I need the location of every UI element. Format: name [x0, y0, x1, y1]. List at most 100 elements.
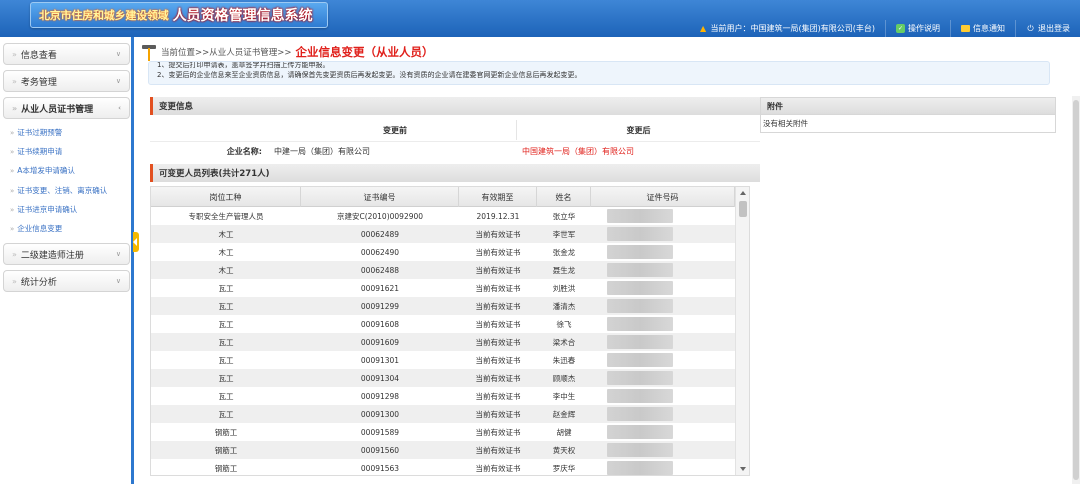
- col-cert[interactable]: 证书编号: [301, 187, 459, 207]
- col-job[interactable]: 岗位工种: [151, 187, 301, 207]
- help-link[interactable]: ✓ 操作说明: [885, 20, 950, 37]
- table-row[interactable]: 钢筋工 00091560 当前有效证书 黄天权: [151, 441, 735, 459]
- cell-valid: 当前有效证书: [475, 427, 521, 437]
- personnel-table-header: 岗位工种 证书编号 有效期至 姓名 证件号码: [151, 187, 735, 207]
- attachments-body: 没有相关附件: [760, 115, 1056, 133]
- cell-name: 李世军: [552, 229, 576, 239]
- logout-link[interactable]: ⏻ 退出登录: [1015, 20, 1080, 37]
- sidebar-group-exam[interactable]: » 考务管理 ∨: [3, 70, 130, 92]
- notify-link[interactable]: 信息通知: [950, 20, 1015, 37]
- cell-name: 黄天权: [552, 445, 576, 455]
- table-row[interactable]: 钢筋工 00091563 当前有效证书 罗庆华: [151, 459, 735, 475]
- page-scroll-thumb[interactable]: [1073, 100, 1079, 480]
- cell-id: [591, 315, 735, 333]
- cell-valid: 当前有效证书: [475, 463, 521, 473]
- table-row[interactable]: 木工 00062490 当前有效证书 张金龙: [151, 243, 735, 261]
- sidebar-item-label: 证书过期预警: [17, 128, 63, 137]
- company-after: 中国建筑一局（集团）有限公司: [522, 147, 634, 156]
- double-chevron-icon: »: [10, 186, 15, 195]
- breadcrumb: 当前位置>>从业人员证书管理>> 企业信息变更（从业人员）: [142, 42, 434, 62]
- before-label: 变更前: [383, 125, 407, 135]
- sidebar-item-cert-change[interactable]: » 证书变更、注销、离京确认: [10, 185, 107, 196]
- logo-subtitle: 北京市住房和城乡建设领域: [39, 9, 169, 22]
- page-scrollbar[interactable]: [1072, 96, 1080, 484]
- sidebar-group-constructor[interactable]: » 二级建造师注册 ∨: [3, 243, 130, 265]
- cell-job: 瓦工: [218, 355, 234, 365]
- redacted-id: [607, 461, 673, 475]
- cell-job: 瓦工: [218, 373, 234, 383]
- table-row[interactable]: 瓦工 00091299 当前有效证书 潘清杰: [151, 297, 735, 315]
- cell-id: [591, 225, 735, 243]
- company-label: 企业名称:: [226, 147, 262, 156]
- table-row[interactable]: 木工 00062488 当前有效证书 聂生龙: [151, 261, 735, 279]
- notice-line-1: 1、提交后打印申请表，盖章签字并扫描上传方能申报。: [157, 61, 330, 69]
- sidebar-group-label: 二级建造师注册: [20, 250, 84, 261]
- cell-name: 潘清杰: [552, 301, 576, 311]
- cell-valid: 当前有效证书: [475, 355, 521, 365]
- sidebar-item-company-change[interactable]: » 企业信息变更: [10, 223, 62, 234]
- table-row[interactable]: 瓦工 00091301 当前有效证书 朱迅春: [151, 351, 735, 369]
- cell-job: 木工: [218, 265, 234, 275]
- sidebar-item-cert-expiry[interactable]: » 证书过期预警: [10, 127, 62, 138]
- cell-cert: 00091563: [360, 463, 400, 473]
- sidebar-group-certificates[interactable]: » 从业人员证书管理 ‹: [3, 97, 130, 119]
- cell-id: [591, 405, 735, 423]
- table-scrollbar[interactable]: [735, 187, 749, 475]
- table-row[interactable]: 瓦工 00091300 当前有效证书 赵金辉: [151, 405, 735, 423]
- cell-job: 钢筋工: [214, 463, 238, 473]
- cell-job: 瓦工: [218, 319, 234, 329]
- sidebar-group-info[interactable]: » 信息查看 ∨: [3, 43, 130, 65]
- sidebar-item-cert-renewal[interactable]: » 证书续期申请: [10, 146, 62, 157]
- sidebar-item-cert-enter[interactable]: » 证书进京申请确认: [10, 204, 77, 215]
- logout-label: 退出登录: [1038, 24, 1070, 33]
- cell-name: 刘胜洪: [552, 283, 576, 293]
- cell-id: [591, 261, 735, 279]
- col-id[interactable]: 证件号码: [591, 187, 735, 207]
- scroll-down-icon[interactable]: [740, 467, 746, 471]
- double-chevron-icon: »: [10, 166, 15, 175]
- cell-cert: 00091609: [360, 337, 400, 347]
- personnel-title: 可变更人员列表(共计271人): [159, 169, 270, 179]
- table-row[interactable]: 瓦工 00091609 当前有效证书 梁术合: [151, 333, 735, 351]
- cell-id: [591, 369, 735, 387]
- table-row[interactable]: 专职安全生产管理人员 京建安C(2010)0092900 2019.12.31 张立华: [151, 207, 735, 225]
- sidebar-item-label: 证书续期申请: [17, 147, 63, 156]
- page-title: 企业信息变更（从业人员）: [295, 45, 434, 59]
- double-chevron-icon: »: [12, 76, 17, 86]
- change-info-header: 变更信息: [150, 97, 760, 115]
- cell-name: 聂生龙: [552, 265, 576, 275]
- cell-valid: 当前有效证书: [475, 409, 521, 419]
- cell-cert: 00091621: [360, 283, 400, 293]
- table-row[interactable]: 瓦工 00091304 当前有效证书 顾顺杰: [151, 369, 735, 387]
- sidebar-group-label: 统计分析: [20, 277, 57, 288]
- redacted-id: [607, 407, 673, 421]
- redacted-id: [607, 443, 673, 457]
- cell-job: 钢筋工: [214, 427, 238, 437]
- scroll-up-icon[interactable]: [740, 191, 746, 195]
- redacted-id: [607, 335, 673, 349]
- cell-valid: 当前有效证书: [475, 337, 521, 347]
- after-label: 变更后: [516, 120, 760, 140]
- personnel-table: 岗位工种 证书编号 有效期至 姓名 证件号码 专职安全生产管理人员 京建安C(20…: [150, 186, 750, 476]
- table-row[interactable]: 木工 00062489 当前有效证书 李世军: [151, 225, 735, 243]
- col-valid[interactable]: 有效期至: [459, 187, 537, 207]
- cell-job: 瓦工: [218, 301, 234, 311]
- table-row[interactable]: 钢筋工 00091589 当前有效证书 胡健: [151, 423, 735, 441]
- cell-valid: 当前有效证书: [475, 301, 521, 311]
- current-user-text: 当前用户：中国建筑一局(集团)有限公司(丰台): [710, 24, 875, 33]
- sidebar-item-a-book[interactable]: » A本增发申请确认: [10, 165, 75, 176]
- redacted-id: [607, 317, 673, 331]
- col-name[interactable]: 姓名: [537, 187, 591, 207]
- table-row[interactable]: 瓦工 00091298 当前有效证书 李中生: [151, 387, 735, 405]
- double-chevron-icon: »: [10, 128, 15, 137]
- table-row[interactable]: 瓦工 00091621 当前有效证书 刘胜洪: [151, 279, 735, 297]
- sidebar-group-stats[interactable]: » 统计分析 ∨: [3, 270, 130, 292]
- cell-cert: 京建安C(2010)0092900: [336, 211, 424, 221]
- cell-id: [591, 441, 735, 459]
- table-row[interactable]: 瓦工 00091608 当前有效证书 徐飞: [151, 315, 735, 333]
- scroll-thumb[interactable]: [739, 201, 747, 217]
- mail-icon: [961, 25, 970, 32]
- double-chevron-icon: »: [12, 103, 18, 113]
- help-icon: ✓: [896, 24, 905, 33]
- change-info-columns: 变更前 变更后: [150, 120, 760, 140]
